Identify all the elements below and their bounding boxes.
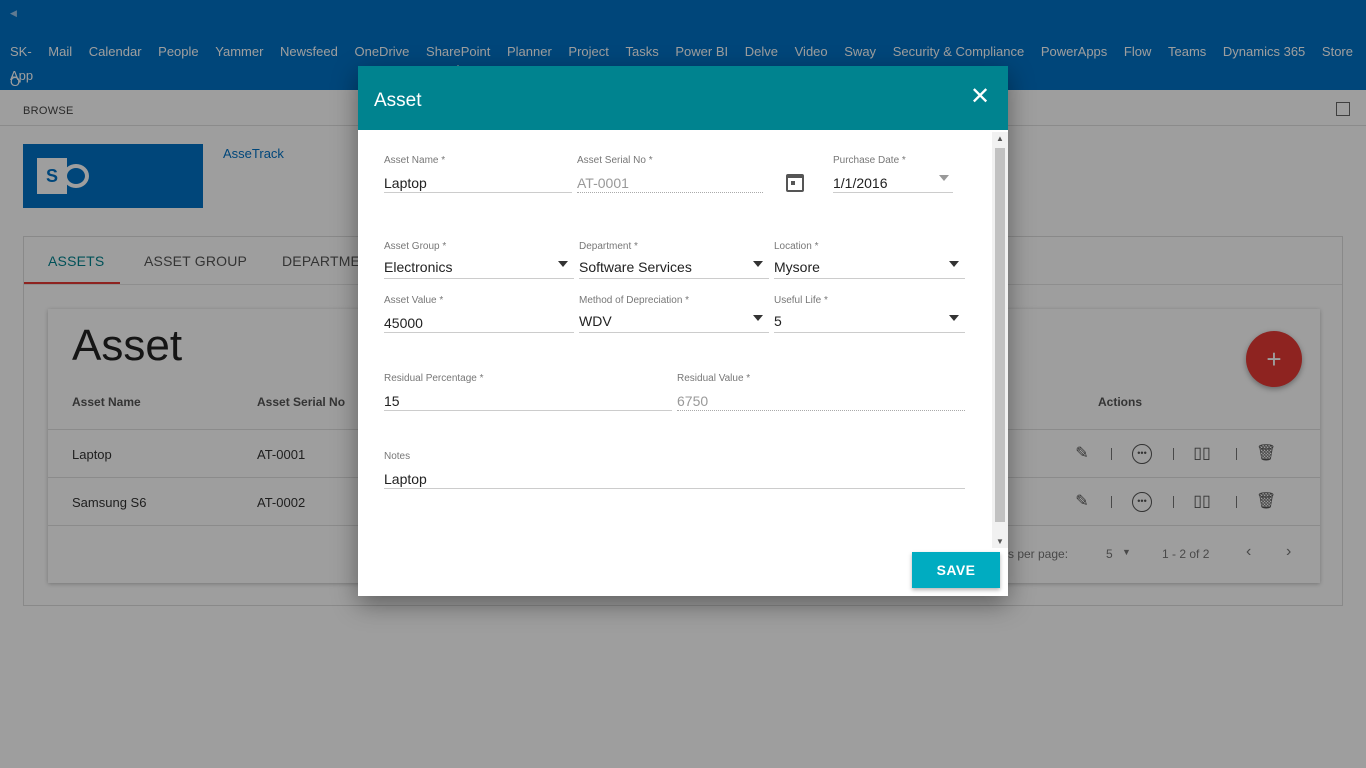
field-label: Purchase Date * (833, 155, 906, 166)
residual-percentage-input[interactable] (384, 387, 672, 411)
depreciation-field: Method of Depreciation * WDV (579, 295, 769, 333)
field-label: Useful Life * (774, 295, 828, 306)
field-label: Asset Name * (384, 155, 446, 166)
scroll-thumb[interactable] (995, 148, 1005, 522)
asset-group-select[interactable]: Electronics (384, 255, 574, 279)
asset-name-field: Asset Name * (384, 155, 572, 193)
scroll-up-icon[interactable]: ▲ (996, 134, 1004, 143)
chevron-down-icon[interactable] (558, 261, 568, 267)
dialog-title: Asset (374, 90, 422, 111)
chevron-down-icon[interactable] (949, 261, 959, 267)
close-icon[interactable]: ✕ (968, 85, 992, 110)
asset-dialog: Asset ✕ Asset Name * Asset Serial No * P… (358, 66, 1008, 596)
residual-value-input (677, 387, 965, 411)
notes-input[interactable] (384, 465, 965, 489)
dialog-header: Asset ✕ (358, 66, 1008, 130)
calendar-icon[interactable] (786, 174, 804, 192)
residual-percentage-field: Residual Percentage * (384, 373, 672, 411)
location-select[interactable]: Mysore (774, 255, 965, 279)
serial-no-input (577, 169, 763, 193)
purchase-date-field: Purchase Date * (833, 155, 953, 193)
department-select[interactable]: Software Services (579, 255, 769, 279)
asset-group-field: Asset Group * Electronics (384, 241, 574, 279)
field-label: Method of Depreciation * (579, 295, 690, 306)
chevron-down-icon[interactable] (939, 175, 949, 181)
field-label: Location * (774, 241, 819, 252)
scroll-down-icon[interactable]: ▼ (996, 537, 1004, 546)
department-field: Department * Software Services (579, 241, 769, 279)
field-label: Asset Serial No * (577, 155, 653, 166)
field-label: Department * (579, 241, 638, 252)
purchase-date-input[interactable] (833, 169, 953, 193)
useful-life-select[interactable]: 5 (774, 309, 965, 333)
field-label: Residual Value * (677, 373, 751, 384)
depreciation-select[interactable]: WDV (579, 309, 769, 333)
field-label: Residual Percentage * (384, 373, 484, 384)
location-field: Location * Mysore (774, 241, 965, 279)
residual-value-field: Residual Value * (677, 373, 965, 411)
notes-field: Notes (384, 451, 965, 489)
asset-value-input[interactable] (384, 309, 574, 333)
field-label: Notes (384, 451, 411, 462)
asset-value-field: Asset Value * (384, 295, 574, 333)
chevron-down-icon[interactable] (753, 315, 763, 321)
useful-life-field: Useful Life * 5 (774, 295, 965, 333)
save-button[interactable]: SAVE (912, 552, 1000, 588)
dialog-scrollbar[interactable]: ▲ ▼ (992, 132, 1008, 548)
field-label: Asset Group * (384, 241, 447, 252)
chevron-down-icon[interactable] (949, 315, 959, 321)
serial-no-field: Asset Serial No * (577, 155, 763, 193)
chevron-down-icon[interactable] (753, 261, 763, 267)
asset-name-input[interactable] (384, 169, 572, 193)
field-label: Asset Value * (384, 295, 444, 306)
